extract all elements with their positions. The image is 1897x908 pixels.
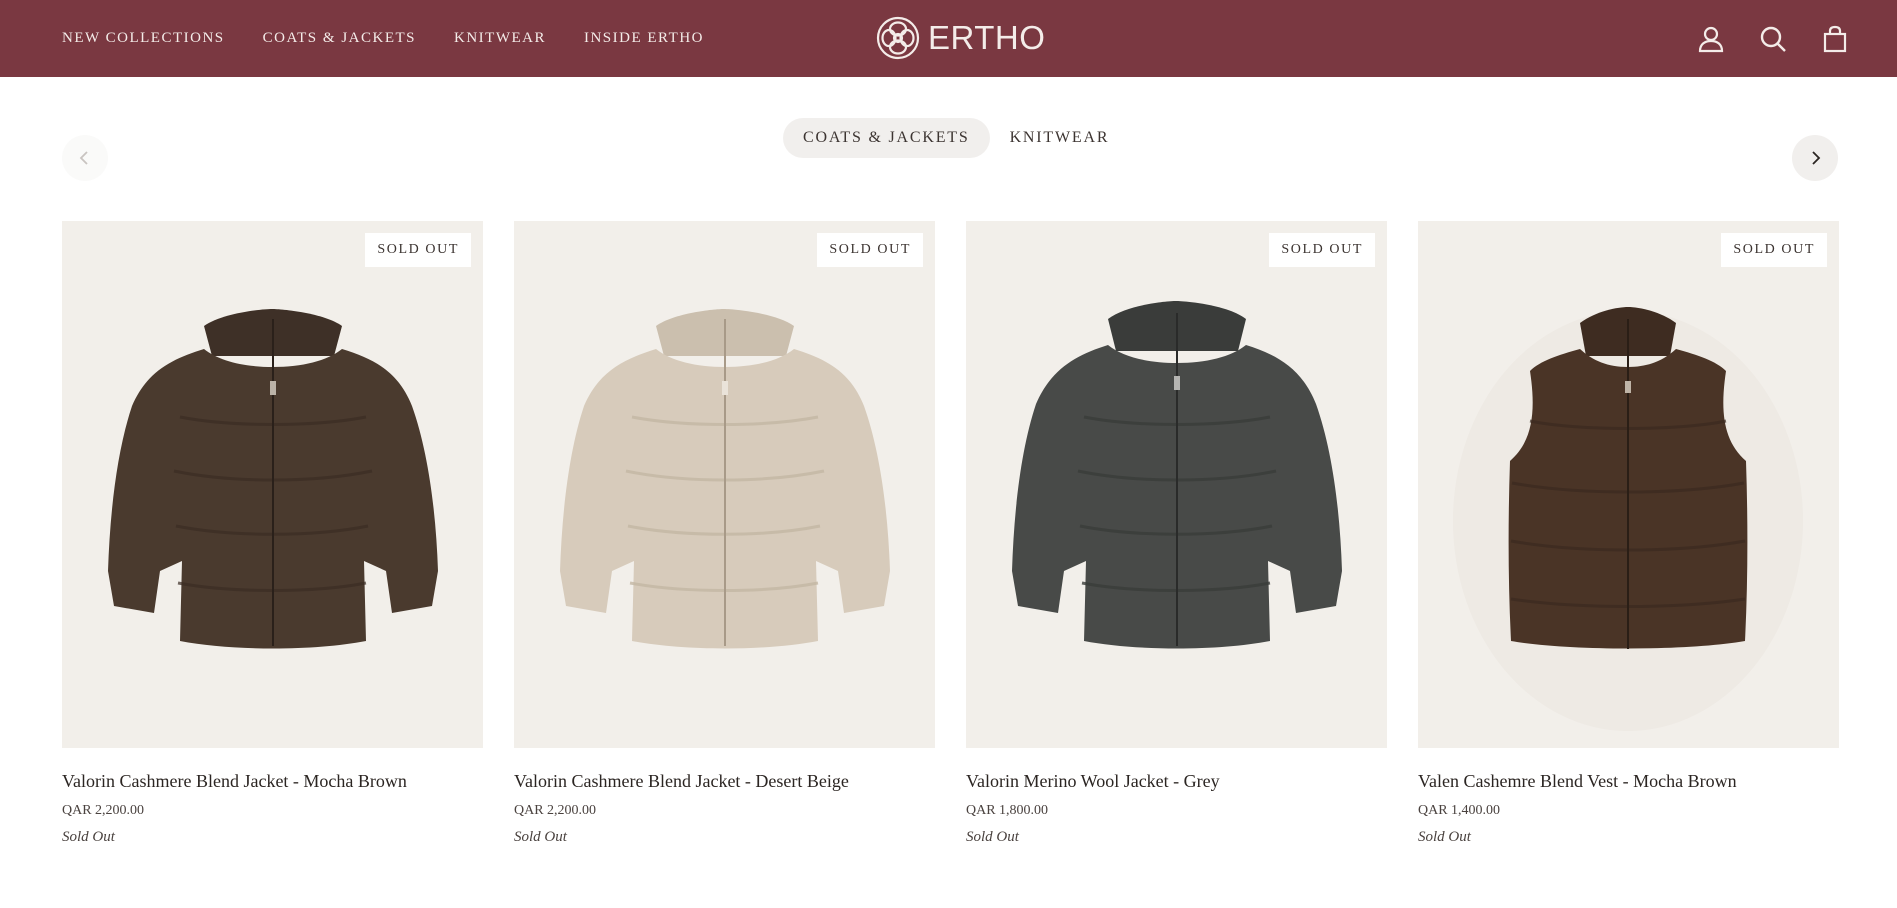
chevron-left-icon [79, 151, 88, 165]
tab-knitwear[interactable]: KNITWEAR [990, 118, 1130, 158]
nav-coats-jackets[interactable]: COATS & JACKETS [263, 30, 416, 47]
jacket-illustration [108, 309, 438, 649]
site-logo[interactable]: ERTHO [874, 14, 1045, 62]
product-image[interactable]: SOLD OUT [1418, 221, 1839, 748]
product-price: QAR 1,800.00 [966, 803, 1049, 818]
product-price: QAR 2,200.00 [62, 803, 145, 818]
product-image[interactable]: SOLD OUT [514, 221, 935, 748]
product-image[interactable]: SOLD OUT [62, 221, 483, 748]
sold-out-badge: SOLD OUT [1721, 233, 1827, 267]
product-status: Sold Out [62, 829, 115, 845]
carousel-prev-button[interactable] [62, 135, 108, 181]
logo-wordmark: ERTHO [928, 19, 1046, 56]
product-image[interactable]: SOLD OUT [966, 221, 1387, 748]
jacket-illustration [1012, 301, 1342, 649]
product-name[interactable]: Valorin Merino Wool Jacket - Grey [966, 771, 1387, 792]
carousel-next-button[interactable] [1792, 135, 1838, 181]
main-nav: NEW COLLECTIONS COATS & JACKETS KNITWEAR… [62, 0, 742, 77]
product-name[interactable]: Valorin Cashmere Blend Jacket - Desert B… [514, 771, 935, 792]
nav-knitwear[interactable]: KNITWEAR [454, 30, 546, 47]
logo-mark-icon [876, 16, 920, 60]
nav-inside-ertho[interactable]: INSIDE ERTHO [584, 30, 704, 47]
account-icon[interactable] [1695, 23, 1727, 55]
product-status: Sold Out [1418, 829, 1471, 845]
product-card[interactable]: SOLD OUT Valorin Cashmere Blend Jacket -… [514, 221, 935, 846]
product-name[interactable]: Valen Cashemre Blend Vest - Mocha Brown [1418, 771, 1839, 792]
sold-out-badge: SOLD OUT [365, 233, 471, 267]
jacket-illustration [560, 309, 890, 649]
product-price: QAR 1,400.00 [1418, 803, 1501, 818]
product-status: Sold Out [514, 829, 567, 845]
nav-new-collections[interactable]: NEW COLLECTIONS [62, 30, 225, 47]
sold-out-badge: SOLD OUT [1269, 233, 1375, 267]
site-header: NEW COLLECTIONS COATS & JACKETS KNITWEAR… [0, 0, 1897, 77]
product-card[interactable]: SOLD OUT Valorin Cashmere Blend Jacket -… [62, 221, 483, 846]
tab-coats-jackets[interactable]: COATS & JACKETS [783, 118, 990, 158]
header-actions [1665, 0, 1851, 77]
vest-illustration [1453, 307, 1803, 731]
chevron-right-icon [1812, 151, 1821, 165]
product-name[interactable]: Valorin Cashmere Blend Jacket - Mocha Br… [62, 771, 483, 792]
product-price: QAR 2,200.00 [514, 803, 597, 818]
category-tabs: COATS & JACKETS KNITWEAR [783, 118, 1129, 158]
product-card[interactable]: SOLD OUT Valen Cashemre Blend Vest - Moc… [1418, 221, 1839, 846]
product-card[interactable]: SOLD OUT Valorin Merino Wool Jacket - Gr… [966, 221, 1387, 846]
search-icon[interactable] [1757, 23, 1789, 55]
sold-out-badge: SOLD OUT [817, 233, 923, 267]
product-status: Sold Out [966, 829, 1019, 845]
cart-icon[interactable] [1819, 23, 1851, 55]
